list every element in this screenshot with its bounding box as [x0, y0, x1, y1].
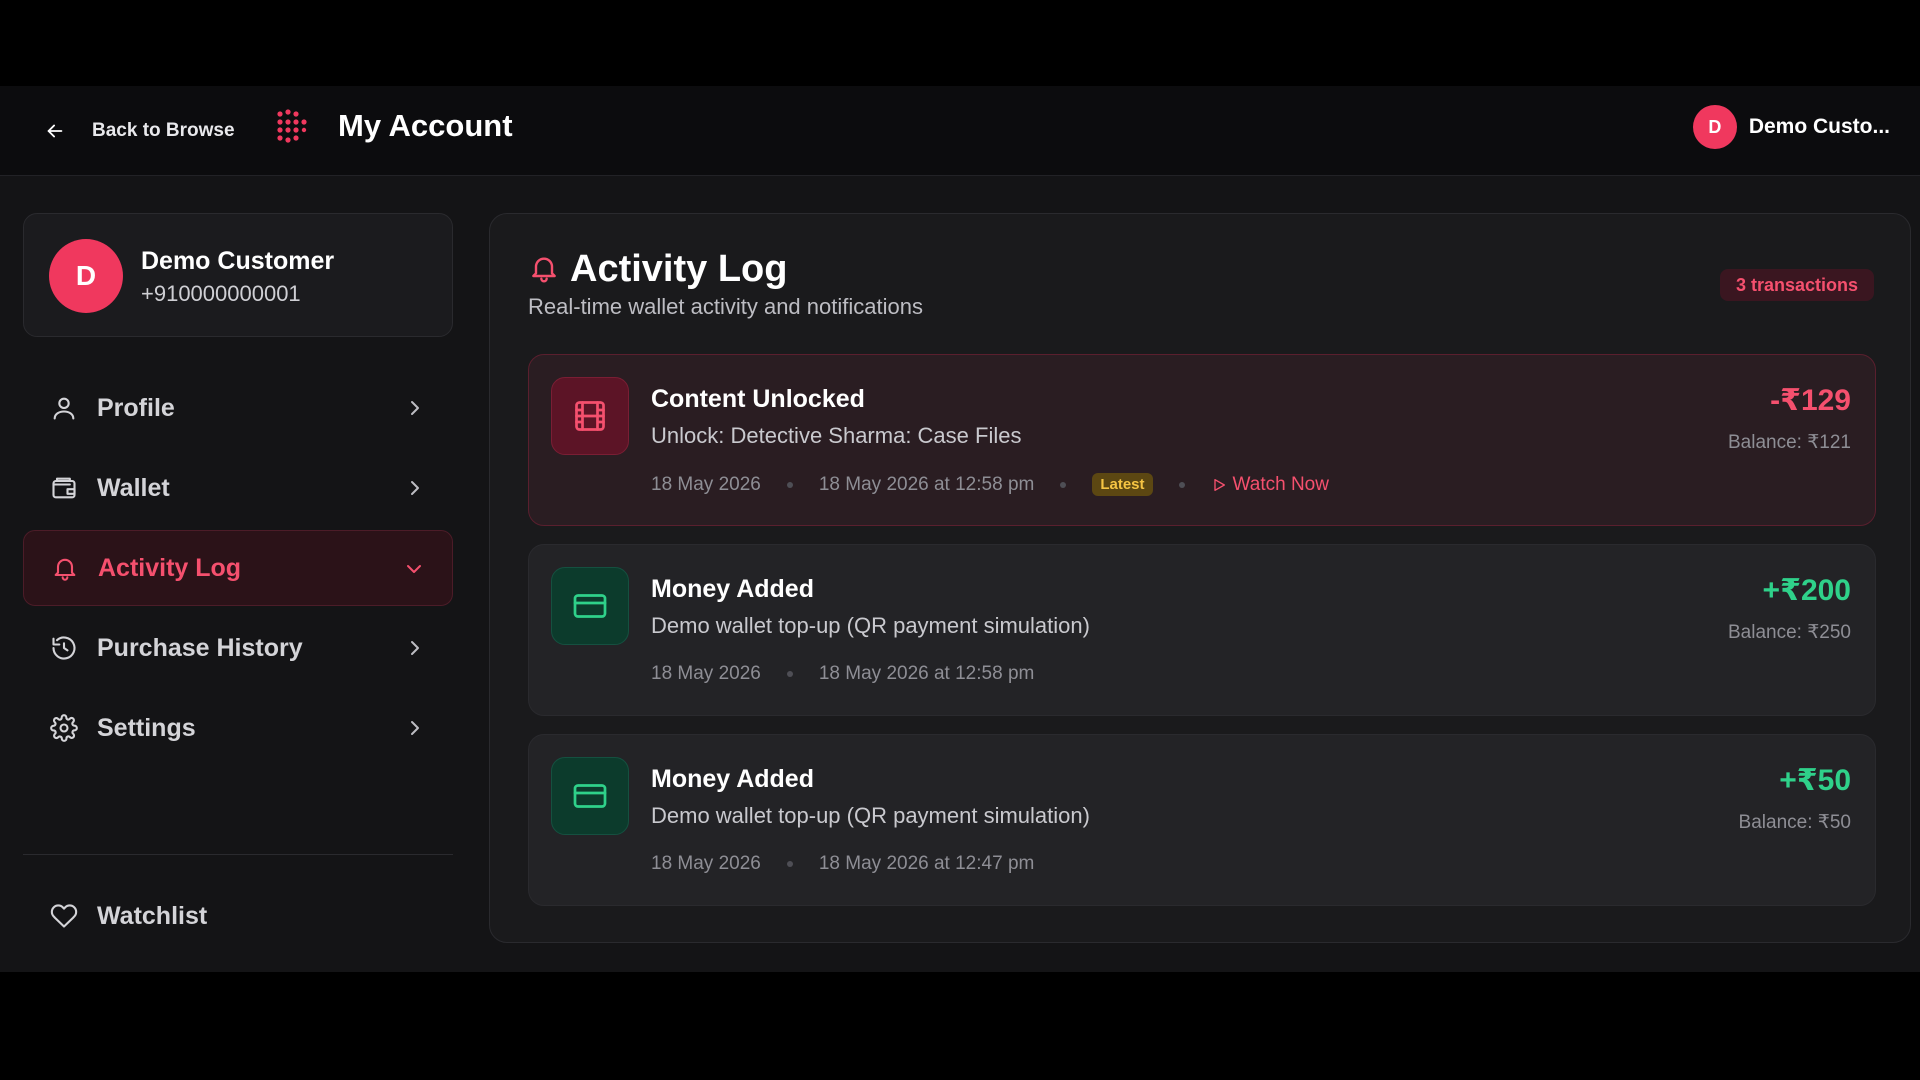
sidebar-item-watchlist[interactable]: Watchlist [23, 878, 453, 954]
avatar: D [1692, 105, 1737, 149]
activity-log-panel: Activity Log Real-time wallet activity a… [489, 213, 1911, 943]
user-icon [49, 393, 79, 423]
watch-now-link[interactable]: Watch Now [1211, 474, 1329, 496]
entry-description: Demo wallet top-up (QR payment simulatio… [651, 803, 1090, 828]
chevron-down-icon [407, 565, 421, 573]
activity-entry: Content Unlocked Unlock: Detective Sharm… [528, 354, 1876, 526]
arrow-left-icon [47, 124, 63, 138]
entry-datetime: 18 May 2026 at 12:58 pm [818, 473, 1035, 495]
activity-entry: Money Added Demo wallet top-up (QR payme… [528, 544, 1876, 716]
chevron-right-icon [411, 401, 419, 415]
top-header: Back to Browse My Account D Demo Custo..… [0, 86, 1920, 176]
panel-title: Activity Log [570, 248, 788, 290]
entry-meta: 18 May 2026 18 May 2026 at 12:58 pm [651, 663, 1034, 685]
bell-icon [50, 553, 80, 583]
entry-datetime: 18 May 2026 at 12:47 pm [818, 853, 1035, 874]
entry-balance: Balance: ₹250 [1727, 622, 1851, 643]
entry-balance: Balance: ₹50 [1738, 812, 1851, 833]
activity-entry: Money Added Demo wallet top-up (QR payme… [528, 734, 1876, 906]
chevron-right-icon [411, 641, 419, 655]
profile-card: D Demo Customer +910000000001 [23, 213, 453, 337]
entry-description: Unlock: Detective Sharma: Case Files [651, 423, 1022, 448]
entry-date: 18 May 2026 [651, 663, 761, 684]
heart-icon [49, 901, 79, 931]
entry-amount: -₹129 [1770, 384, 1851, 417]
bell-icon [532, 257, 556, 283]
watchlist-section: Watchlist [23, 878, 453, 958]
sidebar-item-label: Wallet [97, 473, 170, 502]
separator-dot [786, 481, 793, 488]
chevron-right-icon [411, 481, 419, 495]
sidebar-item-label: Watchlist [97, 901, 208, 930]
account-app: Back to Browse My Account D Demo Custo..… [0, 86, 1920, 972]
entry-date: 18 May 2026 [651, 473, 761, 495]
separator-dot [1178, 481, 1185, 488]
entry-title: Money Added [651, 575, 814, 603]
entry-description: Demo wallet top-up (QR payment simulatio… [651, 613, 1090, 638]
sidebar-item-settings[interactable]: Settings [23, 690, 453, 766]
panel-subtitle: Real-time wallet activity and notificati… [528, 294, 923, 319]
entry-meta: 18 May 2026 18 May 2026 at 12:47 pm [651, 853, 1034, 875]
user-name: Demo Custo... [1748, 115, 1890, 138]
history-icon [49, 633, 79, 663]
entry-date: 18 May 2026 [651, 853, 761, 874]
play-icon [1213, 478, 1225, 491]
profile-avatar: D [49, 239, 123, 313]
profile-name: Demo Customer [141, 247, 335, 275]
entry-title: Content Unlocked [651, 385, 865, 413]
sidebar-item-label: Settings [97, 713, 196, 742]
watch-now-label: Watch Now [1232, 473, 1329, 495]
separator-dot [1060, 481, 1067, 488]
entry-meta: 18 May 2026 18 May 2026 at 12:58 pm Late… [651, 473, 1329, 496]
wallet-icon [49, 473, 79, 503]
entry-datetime: 18 May 2026 at 12:58 pm [818, 663, 1035, 684]
sidebar-item-label: Profile [97, 393, 175, 422]
card-icon [551, 757, 629, 835]
sidebar-divider [23, 854, 453, 855]
separator-dot [786, 671, 793, 677]
film-icon [551, 377, 629, 455]
sidebar-nav: Profile Wallet Activity Log Purchase His… [23, 370, 453, 770]
entry-amount: +₹50 [1779, 764, 1851, 797]
sidebar-item-label: Activity Log [98, 553, 242, 582]
gear-icon [49, 713, 79, 743]
entry-amount: +₹200 [1762, 574, 1851, 607]
separator-dot [786, 861, 793, 867]
entry-title: Money Added [651, 765, 814, 793]
page-title: My Account [338, 108, 513, 143]
profile-phone: +910000000001 [141, 281, 301, 306]
sidebar-item-wallet[interactable]: Wallet [23, 450, 453, 526]
sidebar-item-profile[interactable]: Profile [23, 370, 453, 446]
latest-badge: Latest [1092, 473, 1153, 496]
transaction-count-badge: 3 transactions [1719, 269, 1874, 301]
chevron-right-icon [411, 721, 419, 735]
user-menu[interactable]: D Demo Custo... [1692, 105, 1890, 149]
card-icon [551, 567, 629, 645]
logo-icon [274, 107, 312, 145]
sidebar-item-label: Purchase History [97, 633, 303, 662]
entry-balance: Balance: ₹121 [1727, 432, 1851, 453]
sidebar-item-purchase-history[interactable]: Purchase History [23, 610, 453, 686]
back-label: Back to Browse [92, 120, 235, 141]
sidebar-item-activity-log[interactable]: Activity Log [23, 530, 453, 606]
back-to-browse-link[interactable]: Back to Browse [44, 116, 235, 146]
